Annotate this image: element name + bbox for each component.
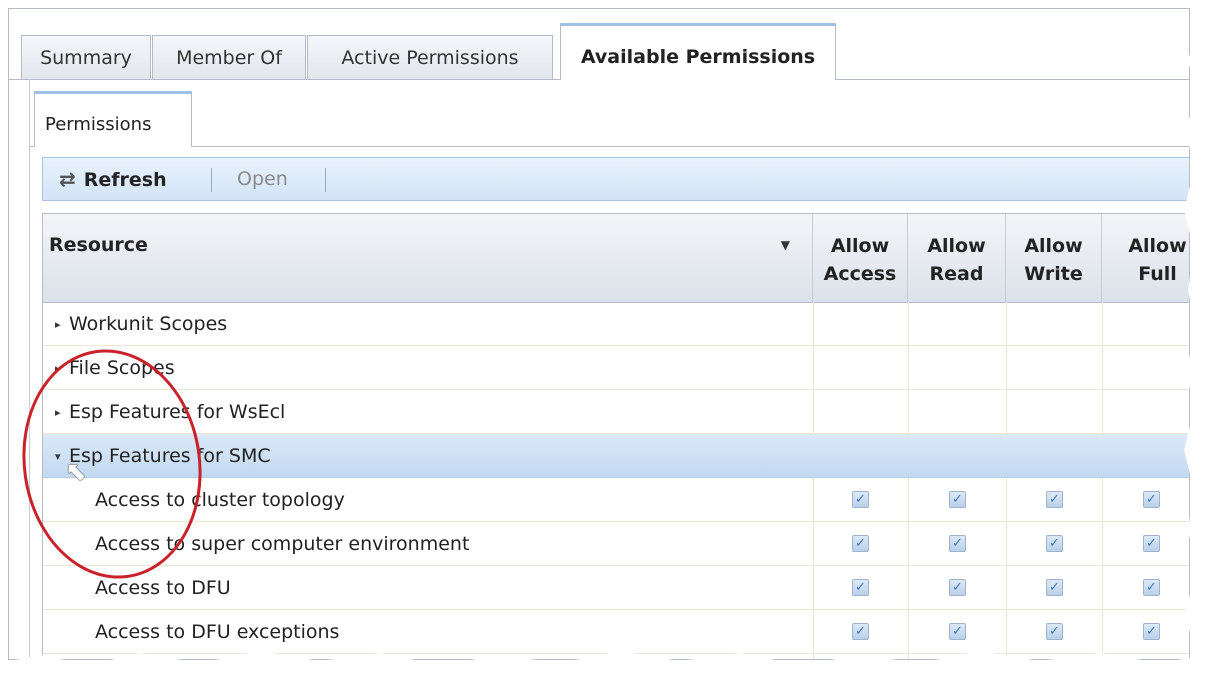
header-line: Allow: [830, 235, 890, 257]
permission-row[interactable]: Access to cluster topology ✓ ✓ ✓ ✓: [43, 478, 1189, 522]
window-frame: Summary Member Of Active Permissions Ava…: [8, 8, 1190, 660]
allow-write-checkbox[interactable]: ✓: [1046, 535, 1063, 552]
tree-group-row[interactable]: ▾ Esp Features for SMC: [43, 434, 1189, 478]
allow-full-checkbox[interactable]: ✓: [1143, 535, 1160, 552]
grid-header: Resource ▼ Allow Access Allow Read Allow Wr…: [43, 214, 1189, 303]
column-header-allow-read[interactable]: Allow Read: [908, 214, 1006, 302]
torn-edge-right: [1184, 0, 1206, 675]
permission-row[interactable]: Access to super computer environment ✓ ✓ ✓ ✓: [43, 522, 1189, 566]
tab-member-of[interactable]: Member Of: [152, 35, 306, 79]
permissions-grid: Resource ▼ Allow Access Allow Read Allow Wr…: [42, 213, 1189, 659]
allow-full-checkbox[interactable]: ✓: [1143, 491, 1160, 508]
open-button[interactable]: Open: [237, 158, 288, 200]
permission-row[interactable]: Access to DFU ✓ ✓ ✓ ✓: [43, 566, 1189, 610]
allow-read-checkbox[interactable]: ✓: [949, 579, 966, 596]
allow-access-checkbox[interactable]: ✓: [852, 623, 869, 640]
sort-arrow-icon[interactable]: ▼: [781, 238, 790, 252]
mouse-pointer-icon: ⬉: [65, 457, 87, 487]
allow-write-checkbox[interactable]: ✓: [1046, 491, 1063, 508]
refresh-button[interactable]: ⇄ Refresh: [59, 158, 167, 200]
header-line: Write: [1024, 263, 1083, 285]
allow-full-checkbox[interactable]: ✓: [1143, 579, 1160, 596]
allow-read-checkbox[interactable]: ✓: [949, 535, 966, 552]
allow-read-checkbox[interactable]: ✓: [949, 623, 966, 640]
torn-edge-bottom: [0, 651, 1206, 675]
toolbar-separator: [325, 168, 326, 192]
inner-tab-divider: [30, 146, 1189, 147]
row-text: Access to DFU exceptions: [95, 621, 340, 643]
row-text: Access to DFU: [95, 577, 231, 599]
allow-read-checkbox[interactable]: ✓: [949, 491, 966, 508]
resource-header-label: Resource: [49, 234, 148, 256]
refresh-label: Refresh: [83, 169, 167, 191]
toolbar-separator: [211, 168, 212, 192]
row-label: ▸ Workunit Scopes: [55, 302, 227, 347]
allow-write-checkbox[interactable]: ✓: [1046, 579, 1063, 596]
tab-active-permissions[interactable]: Active Permissions: [307, 35, 553, 79]
header-line: Allow: [927, 235, 986, 257]
tab-available-permissions[interactable]: Available Permissions: [560, 23, 836, 80]
triangle-right-icon[interactable]: ▸: [55, 303, 69, 347]
tab-permissions[interactable]: Permissions: [34, 91, 192, 147]
column-header-allow-access[interactable]: Allow Access: [813, 214, 908, 302]
header-line: Allow: [1024, 235, 1083, 257]
header-line: Access: [823, 263, 897, 285]
allow-access-checkbox[interactable]: ✓: [852, 535, 869, 552]
toolbar: ⇄ Refresh Open: [42, 157, 1189, 201]
allow-write-checkbox[interactable]: ✓: [1046, 623, 1063, 640]
allow-access-checkbox[interactable]: ✓: [852, 579, 869, 596]
tree-group-row[interactable]: ▸ Esp Features for WsEcl: [43, 390, 1189, 434]
tab-content: Permissions ⇄ Refresh Open Resource ▼ All…: [29, 79, 1189, 659]
tab-summary[interactable]: Summary: [21, 35, 151, 79]
refresh-icon: ⇄: [59, 167, 76, 191]
column-header-allow-write[interactable]: Allow Write: [1006, 214, 1102, 302]
header-line: Read: [929, 263, 984, 285]
tree-group-row[interactable]: ▸ Workunit Scopes: [43, 302, 1189, 347]
column-header-resource[interactable]: Resource ▼: [43, 214, 813, 302]
tree-group-row[interactable]: ▸ File Scopes: [43, 346, 1189, 390]
allow-full-checkbox[interactable]: ✓: [1143, 623, 1160, 640]
allow-access-checkbox[interactable]: ✓: [852, 491, 869, 508]
row-text: Workunit Scopes: [69, 313, 228, 335]
